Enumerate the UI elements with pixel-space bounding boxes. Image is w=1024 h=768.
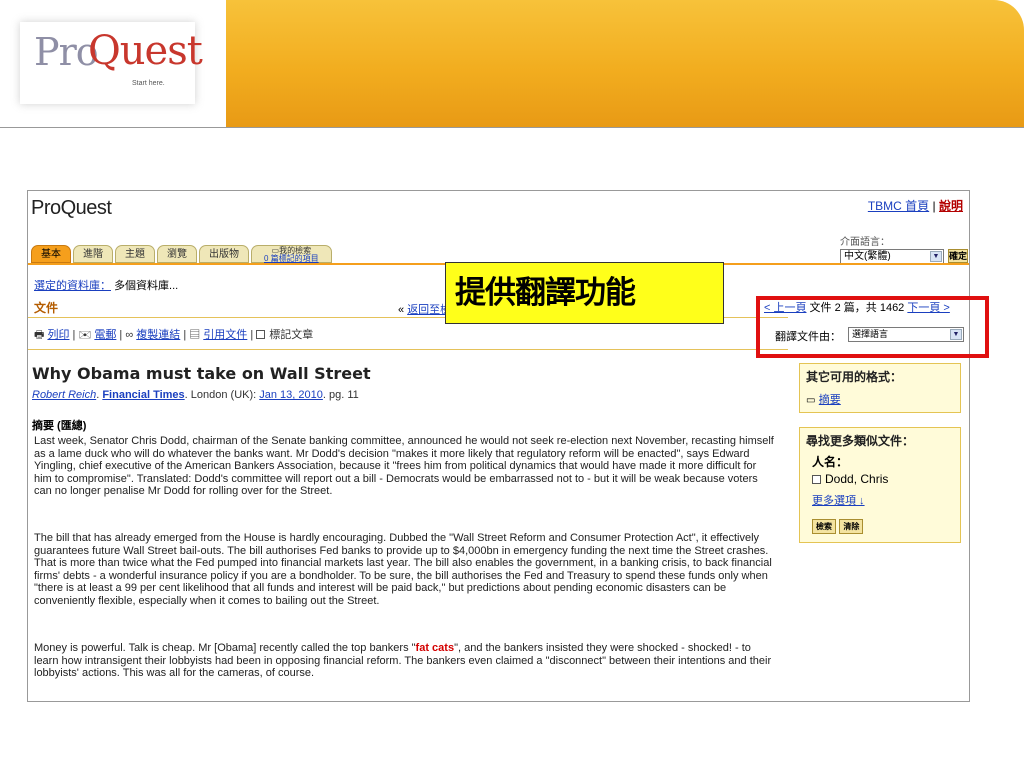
find-similar-heading: 尋找更多類似文件：	[806, 434, 915, 448]
action-bar: 🖶 列印 | ✉ 電郵 | ∞ 複製連結 | ▤ 引用文件 | 標記文章	[34, 329, 314, 341]
header-gold-panel	[226, 0, 1024, 128]
top-links: TBMC 首頁 | 說明	[868, 197, 963, 214]
tab-browse[interactable]: 瀏覽	[157, 245, 197, 263]
document-icon: ▭	[806, 395, 816, 406]
proquest-brand: ProQuest	[31, 197, 112, 219]
fat-cats-highlight: fat cats	[415, 642, 455, 654]
selected-databases-link[interactable]: 選定的資料庫：	[34, 280, 111, 292]
tab-advanced[interactable]: 進階	[73, 245, 113, 263]
link-icon: ∞	[125, 329, 134, 341]
mark-article-checkbox[interactable]	[256, 330, 266, 339]
interface-language-value: 中文(繁體)	[844, 251, 891, 262]
logo-quest-text: Quest	[88, 28, 203, 74]
other-formats-heading: 其它可用的格式：	[806, 370, 903, 384]
search-tabs: 基本 進階 主題 瀏覽 出版物 ▭我的檢索 0 篇標記的項目	[31, 243, 332, 263]
chevron-down-icon: ▼	[930, 251, 942, 262]
person-label: 人名：	[812, 455, 849, 469]
abstract-format-link[interactable]: 摘要	[819, 394, 841, 406]
tab-publications[interactable]: 出版物	[199, 245, 249, 263]
home-link[interactable]: TBMC 首頁	[868, 199, 929, 213]
interface-language-select[interactable]: 中文(繁體) ▼	[840, 249, 944, 264]
document-heading: 文件	[34, 301, 59, 315]
person-checkbox[interactable]	[812, 475, 821, 484]
cite-icon: ▤	[189, 329, 201, 341]
article-title: Why Obama must take on Wall Street	[32, 364, 371, 383]
para3-start: Money is powerful. Talk is cheap. Mr [Ob…	[34, 642, 416, 654]
tab-basic[interactable]: 基本	[31, 245, 71, 263]
abstract-paragraph-1: Last week, Senator Chris Dodd, chairman …	[34, 435, 774, 498]
divider-bottom	[28, 349, 788, 350]
proquest-logo: Pro Quest Start here.	[20, 22, 203, 104]
source-location: . London (UK):	[184, 389, 260, 401]
article-byline: Robert Reich. Financial Times. London (U…	[32, 389, 359, 401]
selected-databases-value: 多個資料庫...	[114, 280, 179, 292]
other-formats-box: 其它可用的格式： ▭ 摘要	[799, 363, 961, 413]
logo-tagline: Start here.	[132, 80, 165, 87]
similar-search-button[interactable]: 檢索	[812, 519, 836, 534]
database-line: 選定的資料庫： 多個資料庫...	[34, 277, 178, 293]
tab-my-search[interactable]: ▭我的檢索 0 篇標記的項目	[251, 245, 332, 263]
marked-items-link[interactable]: 0 篇標記的項目	[264, 255, 319, 263]
find-similar-box: 尋找更多類似文件： 人名： Dodd, Chris 更多選項 ↓ 檢索 清除	[799, 427, 961, 543]
person-name: Dodd, Chris	[825, 472, 889, 486]
similar-clear-button[interactable]: 清除	[839, 519, 864, 534]
interface-language-label: 介面語言：	[840, 237, 890, 248]
page-number: . pg. 11	[322, 389, 359, 401]
back-to-results: « 返回至檢	[398, 301, 451, 317]
translation-callout: 提供翻譯功能	[445, 262, 724, 324]
email-icon: ✉	[78, 329, 92, 341]
language-ok-button[interactable]: 確定	[948, 249, 968, 263]
print-link[interactable]: 列印	[47, 329, 69, 341]
abstract-heading: 摘要 (匯總)	[32, 420, 87, 432]
mark-article-label: 標記文章	[269, 329, 314, 341]
slide-header: Pro Quest Start here.	[0, 0, 1024, 130]
tab-topics[interactable]: 主題	[115, 245, 155, 263]
abstract-paragraph-3: Money is powerful. Talk is cheap. Mr [Ob…	[34, 642, 774, 680]
link-separator: |	[932, 199, 936, 213]
email-link[interactable]: 電郵	[94, 329, 116, 341]
date-link[interactable]: Jan 13, 2010	[259, 389, 323, 401]
logo-panel: Pro Quest Start here.	[0, 0, 226, 128]
source-link[interactable]: Financial Times	[102, 389, 184, 401]
print-icon: 🖶	[34, 329, 45, 341]
cite-link[interactable]: 引用文件	[203, 329, 247, 341]
author-link[interactable]: Robert Reich	[32, 389, 96, 401]
help-link[interactable]: 說明	[939, 199, 963, 213]
more-options-link[interactable]: 更多選項 ↓	[812, 495, 865, 507]
highlight-rectangle	[756, 296, 989, 358]
back-arrow-icon: «	[398, 304, 405, 316]
copy-link-link[interactable]: 複製連結	[136, 329, 180, 341]
abstract-paragraph-2: The bill that has already emerged from t…	[34, 532, 772, 607]
